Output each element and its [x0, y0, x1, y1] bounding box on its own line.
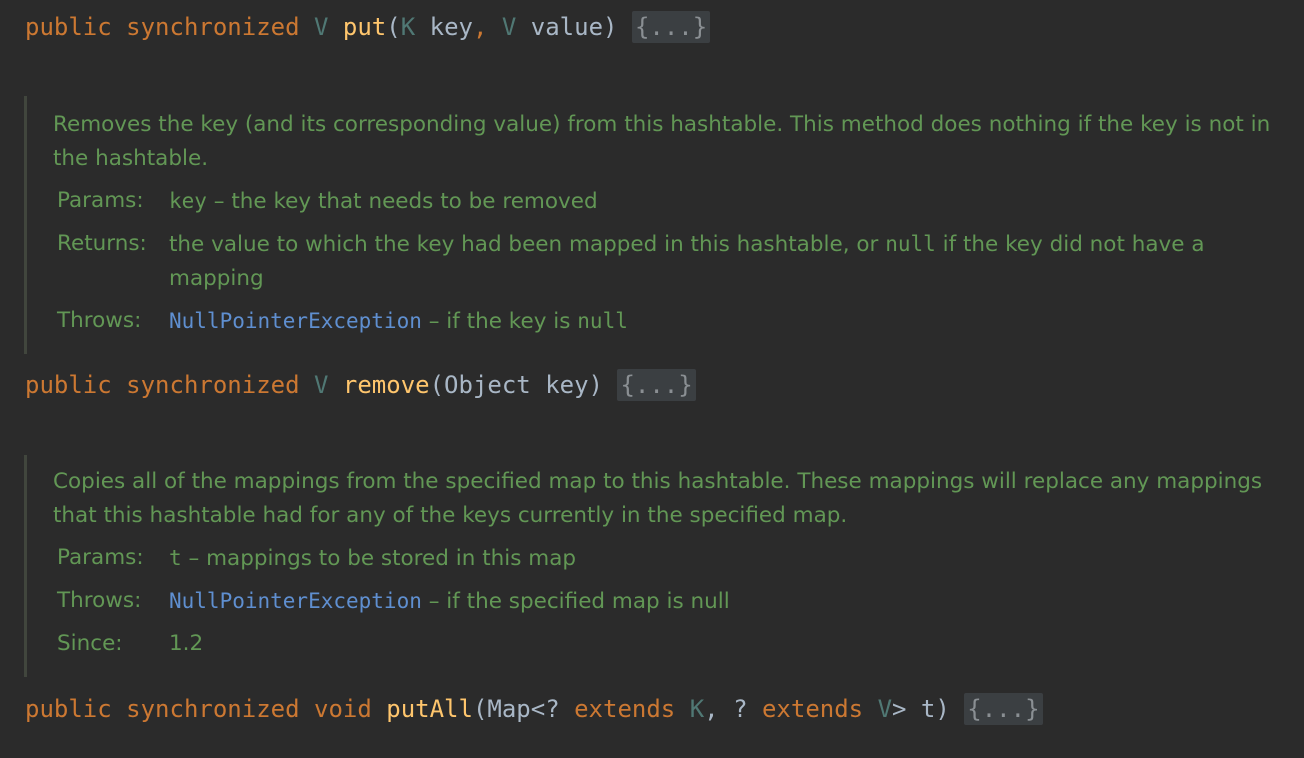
throws-text: – if the specified map is null	[421, 589, 730, 614]
params: > t)	[892, 695, 950, 723]
param-desc: – the key that needs to be removed	[206, 189, 598, 214]
exception-link[interactable]: NullPointerException	[169, 589, 422, 613]
params-label: Params:	[57, 188, 144, 213]
throws-label: Throws:	[57, 588, 142, 613]
type-param: K	[689, 695, 705, 723]
keyword: public	[25, 13, 112, 41]
doc-description: Removes the key (and its corresponding v…	[53, 112, 1271, 171]
keyword: synchronized	[126, 695, 300, 723]
param-name: key	[415, 13, 473, 41]
return-type: V	[314, 13, 329, 41]
doc-throws-row: Throws: NullPointerException – if the ke…	[27, 304, 1294, 339]
doc-returns-row: Returns: the value to which the key had …	[27, 227, 1294, 296]
type-param: V	[501, 13, 517, 41]
folded-body-button[interactable]: {...}	[964, 693, 1043, 725]
method-name-putall[interactable]: putAll	[386, 695, 473, 723]
doc-comment-putall: Copies all of the mappings from the spec…	[24, 455, 1294, 677]
paren: (	[386, 13, 401, 41]
keyword: synchronized	[126, 371, 300, 399]
params: (Object key)	[429, 371, 603, 399]
param-name: t	[169, 546, 182, 570]
keyword: public	[25, 371, 112, 399]
keyword: extends	[761, 695, 864, 723]
folded-body-button[interactable]: {...}	[617, 369, 696, 401]
code-line-put[interactable]: public synchronized V put(K key, V value…	[25, 10, 711, 44]
paren: )	[603, 13, 618, 41]
method-name-remove[interactable]: remove	[343, 371, 430, 399]
returns-text: the value to which the key had been mapp…	[169, 232, 886, 257]
method-name-put[interactable]: put	[343, 13, 386, 41]
comma: ,	[472, 13, 488, 41]
since-value: 1.2	[169, 631, 204, 656]
keyword: synchronized	[126, 13, 300, 41]
doc-since-row: Since: 1.2	[27, 627, 1294, 661]
doc-throws-row: Throws: NullPointerException – if the sp…	[27, 584, 1294, 619]
params: (Map<?	[472, 695, 575, 723]
param-name: key	[169, 189, 207, 213]
folded-body-button[interactable]: {...}	[631, 11, 711, 43]
doc-params-row: Params: t – mappings to be stored in thi…	[27, 541, 1294, 576]
type-param: K	[400, 13, 416, 41]
throws-label: Throws:	[57, 308, 142, 333]
doc-comment-remove: Removes the key (and its corresponding v…	[24, 96, 1294, 354]
doc-params-row: Params: key – the key that needs to be r…	[27, 184, 1294, 219]
doc-description: Copies all of the mappings from the spec…	[53, 469, 1263, 528]
type-param: V	[877, 695, 893, 723]
param-name: value	[516, 13, 604, 41]
code-line-remove[interactable]: public synchronized V remove(Object key)…	[25, 368, 696, 402]
params: , ?	[704, 695, 762, 723]
null-code: null	[885, 232, 936, 256]
throws-text: – if the key is	[421, 309, 578, 334]
return-type: void	[314, 695, 372, 723]
returns-label: Returns:	[57, 231, 147, 256]
return-type: V	[314, 371, 329, 399]
since-label: Since:	[57, 631, 123, 656]
params-label: Params:	[57, 545, 144, 570]
null-code: null	[577, 309, 628, 333]
code-line-putall[interactable]: public synchronized void putAll(Map<? ex…	[25, 692, 1043, 726]
keyword: extends	[574, 695, 676, 723]
param-desc: – mappings to be stored in this map	[181, 546, 577, 571]
exception-link[interactable]: NullPointerException	[169, 309, 422, 333]
keyword: public	[25, 695, 112, 723]
